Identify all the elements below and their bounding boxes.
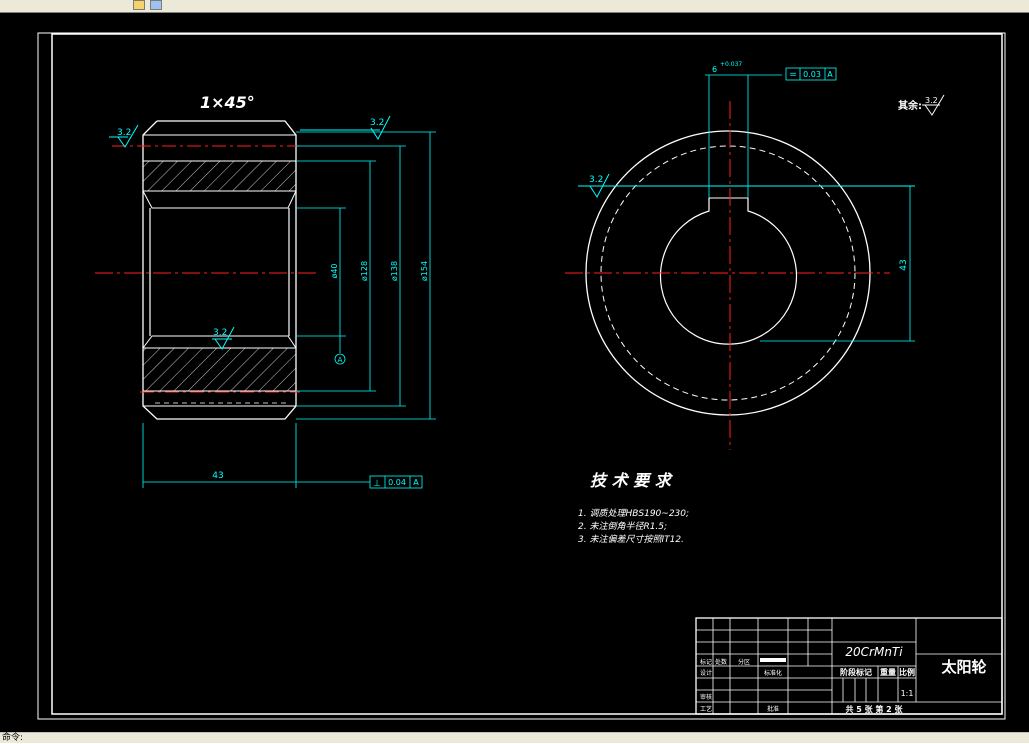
tb-fill <box>760 658 786 662</box>
end-view <box>565 75 890 450</box>
dim-tip: ø154 <box>420 261 429 281</box>
scale-value: 1:1 <box>901 689 914 698</box>
toolbar-icon[interactable] <box>133 0 145 10</box>
tb-cell: 批准 <box>767 705 779 713</box>
hatch-top <box>142 160 297 192</box>
tb-cell: 标准化 <box>764 669 782 677</box>
cad-drawing: 1×45° 3.2 3.2 3.2 ø40 ø128 ø138 ø154 43 … <box>37 32 1006 720</box>
tb-cell: 标记 <box>700 658 712 666</box>
drawing-canvas[interactable]: 1×45° 3.2 3.2 3.2 ø40 ø128 ø138 ø154 43 … <box>0 13 1029 732</box>
stage-mark: 阶段标记 <box>840 667 872 677</box>
section-view <box>95 120 318 420</box>
tol-value: 0.03 <box>803 70 821 79</box>
dim-key-height: 43 <box>899 259 909 270</box>
weight-label: 重量 <box>880 667 896 677</box>
dim-key-tol: +0.037 <box>720 61 742 68</box>
roughness-value: 3.2 <box>117 128 131 138</box>
material: 20CrMnTi <box>845 645 903 659</box>
tol-symbol: ⊥ <box>373 479 381 489</box>
toolbar-strip <box>0 0 1029 13</box>
tb-cell: 审核 <box>700 693 712 701</box>
command-line[interactable]: 命令: <box>0 732 1029 743</box>
datum-label: A <box>338 356 343 364</box>
dim-width: 43 <box>212 471 223 481</box>
dim-bore: ø40 <box>330 263 339 278</box>
tech-req-title: 技 术 要 求 <box>590 471 674 490</box>
dim-key-width: 6 <box>712 65 717 74</box>
sheets: 共 5 张 第 2 张 <box>845 704 903 714</box>
roughness-other-label: 其余: <box>898 99 922 112</box>
tol-value: 0.04 <box>388 478 406 487</box>
scale-label: 比例 <box>899 667 915 677</box>
roughness-value: 3.2 <box>925 96 938 105</box>
tech-req-item: 1. 调质处理HBS190~230; <box>578 508 689 519</box>
tb-cell: 分区 <box>738 658 750 666</box>
tech-req-item: 3. 未注偏差尺寸按照IT12. <box>578 534 684 545</box>
roughness-value: 3.2 <box>213 328 227 338</box>
chamfer-label: 1×45° <box>200 93 255 112</box>
roughness-value: 3.2 <box>370 118 384 128</box>
hatch-bottom <box>142 347 297 392</box>
tb-cell: 设计 <box>700 669 712 677</box>
command-prompt: 命令: <box>2 733 24 743</box>
part-name: 太阳轮 <box>941 658 986 676</box>
roughness-value: 3.2 <box>589 175 603 185</box>
tol-datum: A <box>413 478 419 487</box>
dim-root: ø138 <box>390 261 399 281</box>
tol-datum: A <box>827 70 833 79</box>
tb-cell: 工艺 <box>700 705 712 713</box>
tech-req-item: 2. 未注倒角半径R1.5; <box>578 521 667 532</box>
tol-symbol: = <box>789 70 797 80</box>
bore-with-keyway <box>659 198 798 345</box>
toolbar-icon[interactable] <box>150 0 162 10</box>
dim-mid: ø128 <box>360 261 369 281</box>
tb-cell: 处数 <box>715 658 727 666</box>
